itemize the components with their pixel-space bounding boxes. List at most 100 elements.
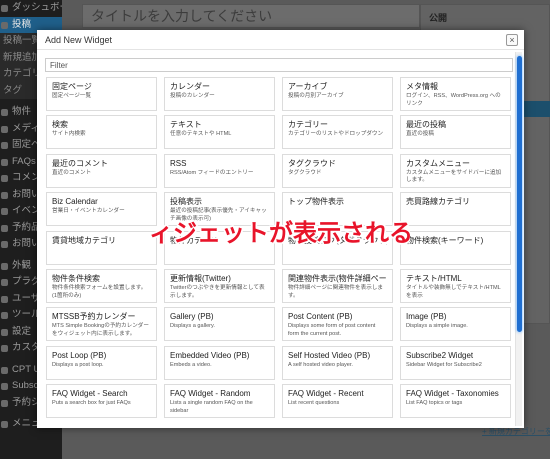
menu-icon <box>1 312 8 319</box>
widget-name: RSS <box>170 158 187 168</box>
widget-item[interactable]: アーカイブ 投稿の月別アーカイブ <box>282 77 393 111</box>
widget-item[interactable]: FAQ Widget - Recent List recent questions <box>282 384 393 419</box>
menu-icon <box>1 279 8 286</box>
widget-name: タグクラウド <box>288 158 336 168</box>
scrollbar-thumb[interactable] <box>517 56 522 332</box>
sidebar-item-label: FAQs <box>12 155 36 167</box>
widget-description: 投稿のカレンダー <box>170 93 215 99</box>
widget-item[interactable]: 物件条件検索 物件条件検索フォームを設置します。(1箇所のみ) <box>46 269 157 303</box>
widget-description: Puts a search box for just FAQs <box>52 400 131 407</box>
widget-name: Gallery (PB) <box>170 312 214 322</box>
widget-description: ログイン、RSS、WordPress.org へのリンク <box>406 93 501 107</box>
widget-description: 直近の投稿 <box>406 131 434 138</box>
widget-item[interactable]: Gallery (PB) Displays a gallery. <box>164 307 275 342</box>
widget-description: RSS/Atom フィードのエントリー <box>170 169 254 176</box>
widget-item[interactable]: 固定ページ固定ページ一覧 <box>46 77 157 111</box>
widget-item[interactable]: Subscribe2 Widget Sidebar Widget for Subs… <box>400 345 511 380</box>
widget-name: トップ物件表示 <box>288 197 344 207</box>
widget-name: Self Hosted Video (PB) <box>288 350 371 360</box>
widget-item[interactable]: MTSSB予約カレンダー MTS Simple Bookingの予約カレンダーをウ… <box>46 307 157 342</box>
sidebar-item-label: 投稿一覧 <box>3 35 42 46</box>
widget-name: Post Content (PB) <box>288 312 353 322</box>
widget-description: サイト内検索 <box>52 131 86 138</box>
widget-item[interactable]: 更新情報(Twitter) Twitterのつぶやきを更新情報として表示します。 <box>164 269 275 303</box>
widget-name: カスタムメニュー <box>406 158 470 168</box>
modal-title: Add New Widget <box>45 35 113 45</box>
widget-item[interactable]: テキスト/HTML タイトルや装飾無しでテキスト/HTMLを表示 <box>400 269 511 303</box>
widget-item[interactable]: Image (PB) Displays a simple image. <box>400 307 511 342</box>
widget-name: FAQ Widget - Recent <box>288 389 364 399</box>
widget-name: テキスト/HTML <box>406 274 462 283</box>
widget-description: 任意のテキストや HTML <box>170 131 232 138</box>
widget-item[interactable]: Embedded Video (PB) Embeds a video. <box>164 345 275 380</box>
widget-name: Post Loop (PB) <box>52 350 107 360</box>
menu-icon <box>1 109 8 116</box>
widget-name: FAQ Widget - Random <box>170 389 251 399</box>
widget-item[interactable]: 物件検索(キーワード) <box>400 230 511 265</box>
publish-box-title: 公開 <box>429 13 448 23</box>
sidebar-item-label: 投稿 <box>12 18 32 30</box>
widget-name: 物件検索(キーワード) <box>406 235 484 245</box>
menu-icon <box>1 158 8 166</box>
close-button[interactable]: × <box>506 34 518 46</box>
widget-description: Twitterのつぶやきを更新情報として表示します。 <box>170 285 265 299</box>
widget-name: カテゴリー <box>288 120 328 130</box>
menu-icon <box>1 328 8 336</box>
menu-icon <box>1 208 8 215</box>
menu-icon <box>1 383 8 390</box>
modal-scrollbar[interactable] <box>515 52 522 426</box>
widget-item[interactable]: タグクラウド タグクラウド <box>282 153 393 188</box>
widget-description: タグクラウド <box>288 169 322 176</box>
widget-name: 更新情報(Twitter) <box>170 274 231 283</box>
widget-item[interactable]: RSS RSS/Atom フィードのエントリー <box>164 153 275 188</box>
widget-item[interactable]: Biz Calendar 営業日・イベントカレンダー <box>46 192 157 227</box>
widget-description: 固定ページ一覧 <box>52 93 92 99</box>
widget-description: Lists a single random FAQ on the sidebar <box>170 400 253 414</box>
widget-name: メタ情報 <box>406 82 438 91</box>
widget-name: MTSSB予約カレンダー <box>52 312 136 322</box>
menu-icon <box>1 241 8 248</box>
widget-item[interactable]: 関連物件表示(物件詳細ページ) 物件詳細ページに関連物件を表示します。 <box>282 269 393 303</box>
widget-name: 関連物件表示(物件詳細ページ) <box>288 274 387 283</box>
sidebar-item[interactable]: ダッシュボード <box>0 0 62 17</box>
widget-name: 物件条件検索 <box>52 274 100 283</box>
widget-item[interactable]: カスタムメニュー カスタムメニューをサイドバーに追加します。 <box>400 153 511 188</box>
widget-item[interactable]: Self Hosted Video (PB) A self hosted vide… <box>282 345 393 380</box>
widget-description: カテゴリーのリストやドロップダウン <box>288 131 384 138</box>
menu-icon <box>1 262 8 270</box>
widget-item[interactable]: テキスト 任意のテキストや HTML <box>164 115 275 150</box>
widget-item[interactable]: FAQ Widget - Taxonomies List FAQ topics o… <box>400 384 511 419</box>
widget-item[interactable]: メタ情報ログイン、RSS、WordPress.org へのリンク <box>400 77 511 111</box>
widget-item[interactable]: 最近の投稿 直近の投稿 <box>400 115 511 150</box>
widget-description: 直近のコメント <box>52 169 92 176</box>
widget-item[interactable]: Post Content (PB) Displays some form of p… <box>282 307 393 342</box>
widget-description: Displays some form of post content form … <box>288 323 376 337</box>
menu-icon <box>1 21 8 29</box>
widget-name: テキスト <box>170 120 202 130</box>
widget-item[interactable]: FAQ Widget - Search Puts a search box for… <box>46 384 157 419</box>
widget-item[interactable]: カテゴリー カテゴリーのリストやドロップダウン <box>282 115 393 150</box>
widget-item[interactable]: 賃貸地域カテゴリ <box>46 230 157 265</box>
post-title-input[interactable]: タイトルを入力してください <box>82 4 420 28</box>
annotation-callout: ウィジェットが表示される!! <box>150 212 410 252</box>
widget-item[interactable]: 売買路線カテゴリ <box>400 192 511 227</box>
sidebar-item-label: 物件 <box>12 106 32 117</box>
widget-item[interactable]: 検索 サイト内検索 <box>46 115 157 150</box>
sidebar-item-label: 外観 <box>12 259 32 271</box>
widget-name: 固定ページ <box>52 82 92 91</box>
widget-description: タイトルや装飾無しでテキスト/HTMLを表示 <box>406 285 501 299</box>
widget-item[interactable]: 最近のコメント 直近のコメント <box>46 153 157 188</box>
widget-item[interactable]: カレンダー 投稿のカレンダー <box>164 77 275 111</box>
widget-description: 物件詳細ページに関連物件を表示します。 <box>288 285 383 299</box>
widget-description: List FAQ topics or tags <box>406 400 463 407</box>
modal-header: Add New Widget × <box>37 30 524 50</box>
widget-name: FAQ Widget - Search <box>52 389 128 399</box>
filter-input[interactable] <box>45 58 513 72</box>
widget-name: 最近の投稿 <box>406 120 446 130</box>
widget-description: Sidebar Widget for Subscribe2 <box>406 361 482 368</box>
widget-item[interactable]: FAQ Widget - Random Lists a single random… <box>164 384 275 419</box>
widget-description: A self hosted video player. <box>288 361 353 368</box>
widget-item[interactable]: Post Loop (PB) Displays a post loop. <box>46 345 157 380</box>
widget-description: MTS Simple Bookingの予約カレンダーをウィジェット内に表示します… <box>52 323 149 337</box>
widget-description: Displays a simple image. <box>406 323 468 330</box>
